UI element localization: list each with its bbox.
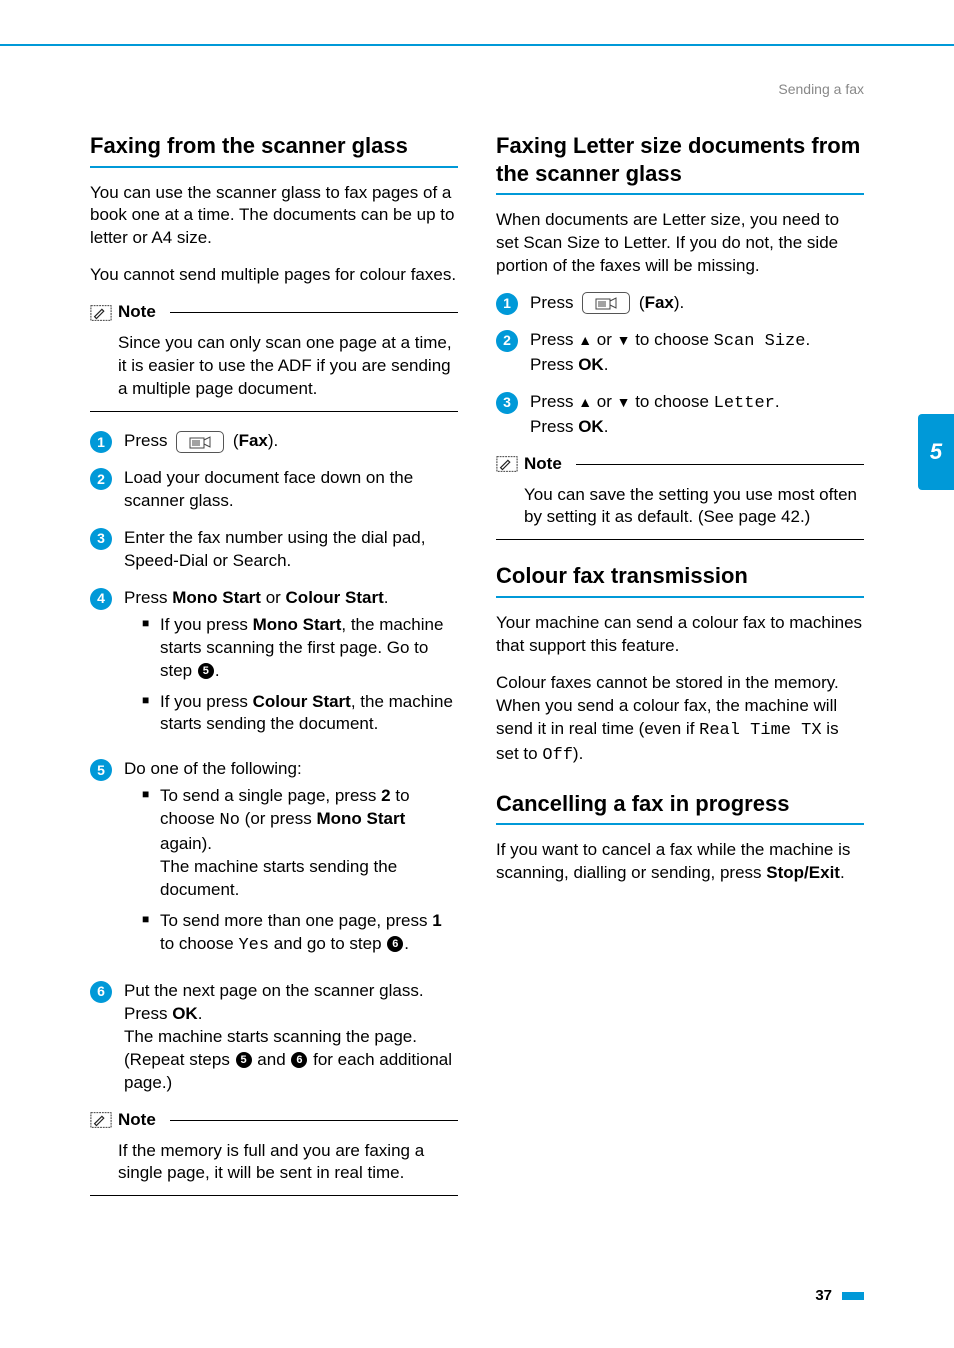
right-column: Faxing Letter size documents from the sc… — [496, 132, 864, 1278]
list-item: To send more than one page, press 1 to c… — [142, 910, 458, 958]
step-ref-icon: 5 — [236, 1052, 252, 1068]
fax-button-icon — [582, 292, 630, 314]
step-text: Press — [124, 588, 172, 607]
step-text: Colour Start — [286, 588, 384, 607]
step-3: 3 Enter the fax number using the dial pa… — [90, 527, 458, 573]
step-ref-icon: 6 — [291, 1052, 307, 1068]
step-text: Put the next page on the scanner glass. — [124, 980, 458, 1003]
step-2: 2 Load your document face down on the sc… — [90, 467, 458, 513]
step-text: The machine starts scanning the page. — [124, 1026, 458, 1049]
step-number: 6 — [90, 981, 112, 1003]
fax-button-icon — [176, 431, 224, 453]
up-arrow-icon: ▲ — [578, 394, 592, 410]
step-3: 3 Press ▲ or ▼ to choose Letter. Press O… — [496, 391, 864, 439]
step-number: 3 — [496, 392, 518, 414]
note-rule — [170, 312, 458, 313]
section-rule — [90, 166, 458, 168]
step-4: 4 Press Mono Start or Colour Start. If y… — [90, 587, 458, 745]
step-text: Do one of the following: — [124, 758, 458, 781]
note-rule — [576, 464, 864, 465]
footer-accent — [842, 1292, 864, 1300]
note-body: Since you can only scan one page at a ti… — [90, 326, 458, 401]
note-body: If the memory is full and you are faxing… — [90, 1134, 458, 1186]
breadcrumb: Sending a fax — [778, 80, 864, 99]
step-ref-icon: 6 — [387, 936, 403, 952]
down-arrow-icon: ▼ — [617, 332, 631, 348]
section-heading-scanner-glass: Faxing from the scanner glass — [90, 132, 458, 160]
step-6: 6 Put the next page on the scanner glass… — [90, 980, 458, 1095]
paragraph: If you want to cancel a fax while the ma… — [496, 839, 864, 885]
step-number: 2 — [90, 468, 112, 490]
note-body: You can save the setting you use most of… — [496, 478, 864, 530]
note-block: Note Since you can only scan one page at… — [90, 301, 458, 412]
note-title: Note — [524, 453, 562, 476]
note-block: Note You can save the setting you use mo… — [496, 453, 864, 541]
step-number: 3 — [90, 528, 112, 550]
note-rule — [90, 1195, 458, 1196]
footer: 37 — [815, 1286, 864, 1306]
section-heading-letter-size: Faxing Letter size documents from the sc… — [496, 132, 864, 187]
step-text: . — [384, 588, 389, 607]
left-column: Faxing from the scanner glass You can us… — [90, 132, 458, 1278]
step-text: ). — [268, 431, 278, 450]
step-number: 1 — [90, 431, 112, 453]
note-icon — [90, 304, 112, 322]
note-rule — [170, 1120, 458, 1121]
step-ref-icon: 5 — [198, 663, 214, 679]
step-5: 5 Do one of the following: To send a sin… — [90, 758, 458, 966]
paragraph: Colour faxes cannot be stored in the mem… — [496, 672, 864, 768]
paragraph: You cannot send multiple pages for colou… — [90, 264, 458, 287]
step-text: Load your document face down on the scan… — [124, 467, 458, 513]
note-rule — [496, 539, 864, 540]
step-number: 2 — [496, 330, 518, 352]
step-text: ( — [228, 431, 238, 450]
step-2: 2 Press ▲ or ▼ to choose Scan Size. Pres… — [496, 329, 864, 377]
step-1: 1 Press (Fax). — [496, 292, 864, 315]
list-item: If you press Colour Start, the machine s… — [142, 691, 458, 737]
up-arrow-icon: ▲ — [578, 332, 592, 348]
step-number: 1 — [496, 293, 518, 315]
page-number: 37 — [815, 1286, 832, 1306]
list-item: If you press Mono Start, the machine sta… — [142, 614, 458, 683]
step-text: or — [261, 588, 286, 607]
section-heading-colour-fax: Colour fax transmission — [496, 562, 864, 590]
paragraph: You can use the scanner glass to fax pag… — [90, 182, 458, 251]
step-1: 1 Press (Fax). — [90, 430, 458, 453]
top-rule — [0, 44, 954, 46]
note-rule — [90, 411, 458, 412]
paragraph: Your machine can send a colour fax to ma… — [496, 612, 864, 658]
chapter-tab: 5 — [918, 414, 954, 490]
section-heading-cancelling: Cancelling a fax in progress — [496, 790, 864, 818]
step-number: 5 — [90, 759, 112, 781]
note-icon — [496, 455, 518, 473]
step-text: Fax — [239, 431, 268, 450]
section-rule — [496, 596, 864, 598]
step-text: Enter the fax number using the dial pad,… — [124, 527, 458, 573]
list-item: To send a single page, press 2 to choose… — [142, 785, 458, 902]
note-icon — [90, 1111, 112, 1129]
section-rule — [496, 823, 864, 825]
down-arrow-icon: ▼ — [617, 394, 631, 410]
step-text: Press — [124, 431, 172, 450]
note-title: Note — [118, 1109, 156, 1132]
step-number: 4 — [90, 588, 112, 610]
note-block: Note If the memory is full and you are f… — [90, 1109, 458, 1197]
note-title: Note — [118, 301, 156, 324]
paragraph: When documents are Letter size, you need… — [496, 209, 864, 278]
step-text: Mono Start — [172, 588, 261, 607]
section-rule — [496, 193, 864, 195]
